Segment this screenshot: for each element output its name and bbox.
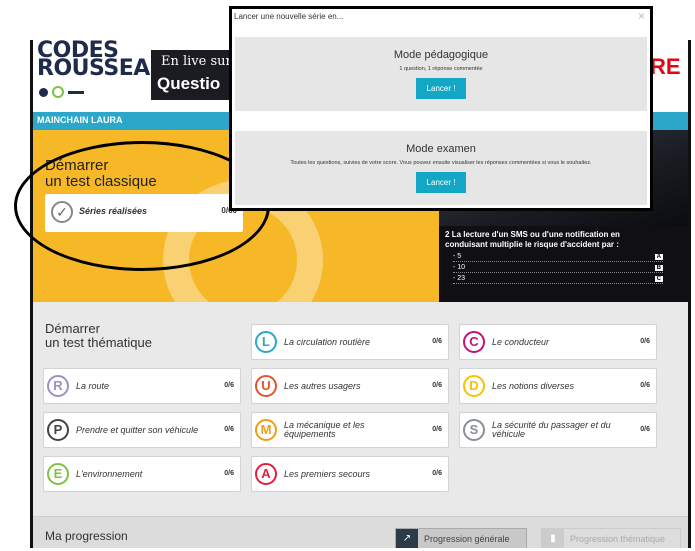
theme-card-notions[interactable]: D Les notions diverses 0/6 bbox=[459, 368, 657, 404]
letter-u-icon: U bbox=[255, 375, 277, 397]
theme-count: 0/6 bbox=[640, 382, 650, 389]
mode-pedagogique-panel: Mode pédagogique 1 question, 1 réponse c… bbox=[235, 37, 647, 111]
theme-card-securite[interactable]: S La sécurité du passager et du véhicule… bbox=[459, 412, 657, 448]
new-series-modal: Lancer une nouvelle série en... × Mode p… bbox=[229, 6, 653, 211]
mode-pedagogique-title: Mode pédagogique bbox=[393, 49, 489, 61]
modal-header: Lancer une nouvelle série en... bbox=[234, 12, 344, 21]
video-question: 2 La lecture d'un SMS ou d'une notificat… bbox=[445, 230, 655, 250]
thematic-test-title: Démarrer un test thématique bbox=[45, 322, 152, 350]
theme-count: 0/6 bbox=[640, 426, 650, 433]
thematic-test-section: Démarrer un test thématique L La circula… bbox=[33, 306, 688, 496]
theme-label: Les premiers secours bbox=[284, 468, 371, 479]
letter-r-icon: R bbox=[47, 375, 69, 397]
logo-dots bbox=[39, 86, 84, 98]
mode-pedagogique-desc: 1 question, 1 réponse commentée bbox=[399, 66, 483, 72]
launch-examen-button[interactable]: Lancer ! bbox=[415, 172, 467, 193]
answers-list: - 5A - 10 B - 23 C bbox=[453, 252, 663, 285]
question-number: 2 bbox=[445, 230, 450, 239]
theme-count: 0/6 bbox=[640, 338, 650, 345]
letter-d-icon: D bbox=[463, 375, 485, 397]
answer-c: - 23 C bbox=[453, 275, 663, 284]
close-icon[interactable]: × bbox=[638, 9, 645, 23]
tab-progression-generale[interactable]: ↗ Progression générale bbox=[395, 528, 527, 548]
letter-a-icon: A bbox=[255, 463, 277, 485]
theme-label: La sécurité du passager et du véhicule bbox=[492, 420, 611, 439]
codes-rousseau-logo[interactable]: CODES ROUSSEAU bbox=[37, 40, 167, 98]
line-chart-icon: ↗ bbox=[396, 529, 418, 548]
progress-title: Ma progression bbox=[45, 529, 128, 543]
letter-m-icon: M bbox=[255, 419, 277, 441]
theme-count: 0/6 bbox=[432, 426, 442, 433]
theme-label: L'environnement bbox=[76, 468, 143, 479]
theme-label: La mécanique et les équipements bbox=[284, 420, 365, 439]
theme-label: Les notions diverses bbox=[492, 380, 575, 391]
progress-section: Ma progression ↗ Progression générale ▮ … bbox=[33, 516, 688, 548]
theme-count: 0/6 bbox=[224, 470, 234, 477]
mode-examen-desc: Toutes les questions, suivies de votre s… bbox=[290, 160, 592, 166]
letter-c-icon: C bbox=[463, 331, 485, 353]
letter-l-icon: L bbox=[255, 331, 277, 353]
theme-card-environnement[interactable]: E L'environnement 0/6 bbox=[43, 456, 241, 492]
theme-label: Prendre et quitter son véhicule bbox=[76, 424, 199, 435]
letter-p-icon: P bbox=[47, 419, 69, 441]
theme-card-usagers[interactable]: U Les autres usagers 0/6 bbox=[251, 368, 449, 404]
mode-examen-panel: Mode examen Toutes les questions, suivie… bbox=[235, 131, 647, 205]
theme-card-secours[interactable]: A Les premiers secours 0/6 bbox=[251, 456, 449, 492]
question-text: La lecture d'un SMS ou d'une notificatio… bbox=[445, 230, 620, 249]
letter-s-icon: S bbox=[463, 419, 485, 441]
letter-e-icon: E bbox=[47, 463, 69, 485]
logo-line-2: ROUSSEAU bbox=[37, 56, 167, 81]
theme-card-circulation[interactable]: L La circulation routière 0/6 bbox=[251, 324, 449, 360]
theme-count: 0/6 bbox=[224, 382, 234, 389]
theme-count: 0/6 bbox=[432, 338, 442, 345]
launch-pedagogique-button[interactable]: Lancer ! bbox=[415, 78, 467, 99]
partner-logo: RE bbox=[650, 54, 681, 94]
user-name[interactable]: MAINCHAIN LAURA bbox=[37, 115, 123, 125]
bar-chart-icon: ▮ bbox=[542, 529, 564, 548]
tab-progression-thematique[interactable]: ▮ Progression thématique bbox=[541, 528, 681, 548]
theme-count: 0/6 bbox=[432, 382, 442, 389]
theme-label: Le conducteur bbox=[492, 336, 550, 347]
theme-count: 0/6 bbox=[432, 470, 442, 477]
theme-label: La circulation routière bbox=[284, 336, 371, 347]
mode-examen-title: Mode examen bbox=[406, 143, 476, 155]
theme-count: 0/6 bbox=[224, 426, 234, 433]
theme-label: La route bbox=[76, 380, 110, 391]
theme-card-mecanique[interactable]: M La mécanique et les équipements 0/6 bbox=[251, 412, 449, 448]
banner-question-text: Questio bbox=[157, 74, 221, 93]
answer-b: - 10 B bbox=[453, 264, 663, 273]
theme-card-route[interactable]: R La route 0/6 bbox=[43, 368, 241, 404]
thematic-title-line1: Démarrer bbox=[45, 321, 100, 336]
theme-label: Les autres usagers bbox=[284, 380, 361, 391]
theme-card-vehicule[interactable]: P Prendre et quitter son véhicule 0/6 bbox=[43, 412, 241, 448]
theme-card-conducteur[interactable]: C Le conducteur 0/6 bbox=[459, 324, 657, 360]
thematic-title-line2: un test thématique bbox=[45, 335, 152, 350]
answer-a: - 5A bbox=[453, 253, 663, 262]
